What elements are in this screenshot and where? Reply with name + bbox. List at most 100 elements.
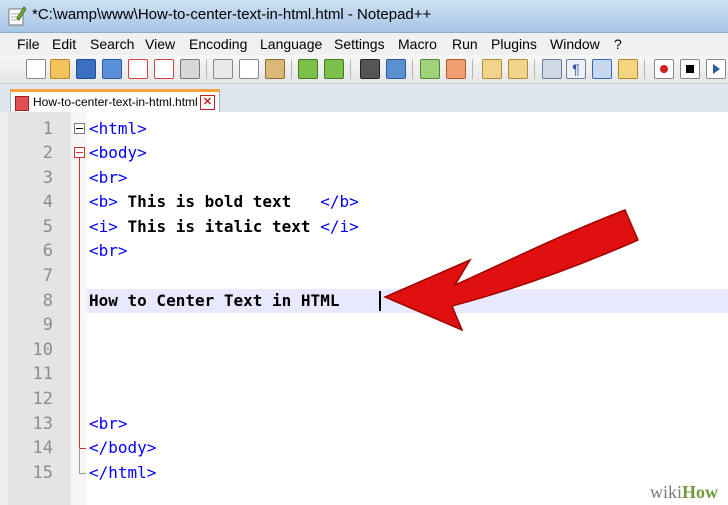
close-all-icon[interactable] bbox=[154, 59, 174, 79]
br-tag: <br> bbox=[89, 414, 128, 433]
line-number: 14 bbox=[32, 438, 53, 458]
code-line-4: <b> This is bold text </b> bbox=[89, 190, 359, 214]
code-line-6: <br> bbox=[89, 239, 128, 263]
code-line-5: <i> This is italic text </i> bbox=[89, 215, 359, 239]
code-line-15: </html> bbox=[89, 461, 156, 485]
copy-icon[interactable] bbox=[239, 59, 259, 79]
code-line-3: <br> bbox=[89, 166, 128, 190]
line-number: 13 bbox=[32, 414, 53, 434]
tab-close-icon[interactable]: ✕ bbox=[200, 95, 215, 110]
toolbar-separator bbox=[472, 59, 473, 79]
notepad-plus-plus-icon bbox=[8, 6, 26, 26]
code-line-8: How to Center Text in HTML bbox=[89, 289, 339, 313]
toolbar-separator bbox=[291, 59, 292, 79]
line-number: 7 bbox=[42, 266, 53, 286]
paste-icon[interactable] bbox=[265, 59, 285, 79]
sync-vertical-icon[interactable] bbox=[482, 59, 502, 79]
fold-end-marker bbox=[79, 473, 86, 474]
fold-toggle-icon[interactable] bbox=[74, 123, 85, 134]
code-line-14: </body> bbox=[89, 436, 156, 460]
zoom-in-icon[interactable] bbox=[420, 59, 440, 79]
line-number: 1 bbox=[42, 119, 53, 139]
code-line-2: <body> bbox=[89, 141, 147, 165]
menu-encoding[interactable]: Encoding bbox=[189, 36, 247, 52]
wikihow-watermark: wikiHow bbox=[643, 481, 724, 503]
fold-toggle-icon[interactable] bbox=[74, 147, 85, 158]
new-file-icon[interactable] bbox=[26, 59, 46, 79]
toolbar: ¶ bbox=[0, 55, 728, 84]
word-wrap-icon[interactable] bbox=[542, 59, 562, 79]
toolbar-separator bbox=[534, 59, 535, 79]
open-file-icon[interactable] bbox=[50, 59, 70, 79]
i-close-tag: </i> bbox=[320, 217, 359, 236]
line-number: 12 bbox=[32, 389, 53, 409]
bold-text: This is bold text bbox=[117, 192, 321, 211]
b-open-tag: <b> bbox=[89, 192, 118, 211]
user-defined-language-icon[interactable] bbox=[618, 59, 638, 79]
menu-run[interactable]: Run bbox=[452, 36, 478, 52]
menu-plugins[interactable]: Plugins bbox=[491, 36, 537, 52]
editor[interactable]: 1 2 3 4 5 6 7 8 9 10 11 12 13 14 15 <htm… bbox=[0, 112, 728, 505]
menu-help[interactable]: ? bbox=[614, 36, 622, 52]
italic-text: This is italic text bbox=[117, 217, 321, 236]
html-open-tag: <html> bbox=[89, 119, 147, 138]
save-icon[interactable] bbox=[76, 59, 96, 79]
menu-macro[interactable]: Macro bbox=[398, 36, 437, 52]
zoom-out-icon[interactable] bbox=[446, 59, 466, 79]
line-number: 10 bbox=[32, 340, 53, 360]
cut-icon[interactable] bbox=[213, 59, 233, 79]
line-number: 6 bbox=[42, 241, 53, 261]
find-icon[interactable] bbox=[360, 59, 380, 79]
menu-edit[interactable]: Edit bbox=[52, 36, 76, 52]
line-number: 9 bbox=[42, 315, 53, 335]
br-tag: <br> bbox=[89, 241, 128, 260]
toolbar-separator bbox=[350, 59, 351, 79]
body-close-tag: </body> bbox=[89, 438, 157, 457]
b-close-tag: </b> bbox=[320, 192, 359, 211]
window-title: *C:\wamp\www\How-to-center-text-in-html.… bbox=[32, 6, 432, 23]
body-open-tag: <body> bbox=[89, 143, 147, 162]
tab-label: How-to-center-text-in-html.html bbox=[33, 95, 198, 109]
toolbar-separator bbox=[412, 59, 413, 79]
code-line-1: <html> bbox=[89, 117, 147, 141]
line-number: 5 bbox=[42, 217, 53, 237]
line-number: 11 bbox=[32, 364, 53, 384]
toolbar-separator bbox=[644, 59, 645, 79]
fold-line bbox=[79, 158, 80, 448]
record-macro-icon[interactable] bbox=[654, 59, 674, 79]
tab-bar: How-to-center-text-in-html.html ✕ bbox=[0, 84, 728, 115]
title-bar: *C:\wamp\www\How-to-center-text-in-html.… bbox=[0, 0, 728, 33]
menu-view[interactable]: View bbox=[145, 36, 175, 52]
text-cursor bbox=[379, 291, 381, 311]
line-number: 8 bbox=[42, 291, 53, 311]
playback-macro-icon[interactable] bbox=[706, 59, 726, 79]
fold-end-marker bbox=[79, 448, 86, 449]
menu-settings[interactable]: Settings bbox=[334, 36, 385, 52]
menu-bar: File Edit Search View Encoding Language … bbox=[0, 33, 728, 55]
line-number: 15 bbox=[32, 463, 53, 483]
close-icon[interactable] bbox=[128, 59, 148, 79]
show-all-characters-icon[interactable]: ¶ bbox=[566, 59, 586, 79]
menu-search[interactable]: Search bbox=[90, 36, 134, 52]
redo-icon[interactable] bbox=[324, 59, 344, 79]
save-all-icon[interactable] bbox=[102, 59, 122, 79]
html-close-tag: </html> bbox=[89, 463, 157, 482]
sync-horizontal-icon[interactable] bbox=[508, 59, 528, 79]
undo-icon[interactable] bbox=[298, 59, 318, 79]
center-text: How to Center Text in HTML bbox=[89, 291, 340, 310]
br-tag: <br> bbox=[89, 168, 128, 187]
menu-language[interactable]: Language bbox=[260, 36, 322, 52]
menu-window[interactable]: Window bbox=[550, 36, 600, 52]
indent-guide-icon[interactable] bbox=[592, 59, 612, 79]
fold-line bbox=[79, 448, 80, 473]
line-number: 4 bbox=[42, 192, 53, 212]
stop-recording-icon[interactable] bbox=[680, 59, 700, 79]
code-line-13: <br> bbox=[89, 412, 128, 436]
print-icon[interactable] bbox=[180, 59, 200, 79]
menu-file[interactable]: File bbox=[17, 36, 40, 52]
file-icon bbox=[15, 96, 29, 111]
line-number: 3 bbox=[42, 168, 53, 188]
toolbar-separator bbox=[206, 59, 207, 79]
replace-icon[interactable] bbox=[386, 59, 406, 79]
i-open-tag: <i> bbox=[89, 217, 118, 236]
